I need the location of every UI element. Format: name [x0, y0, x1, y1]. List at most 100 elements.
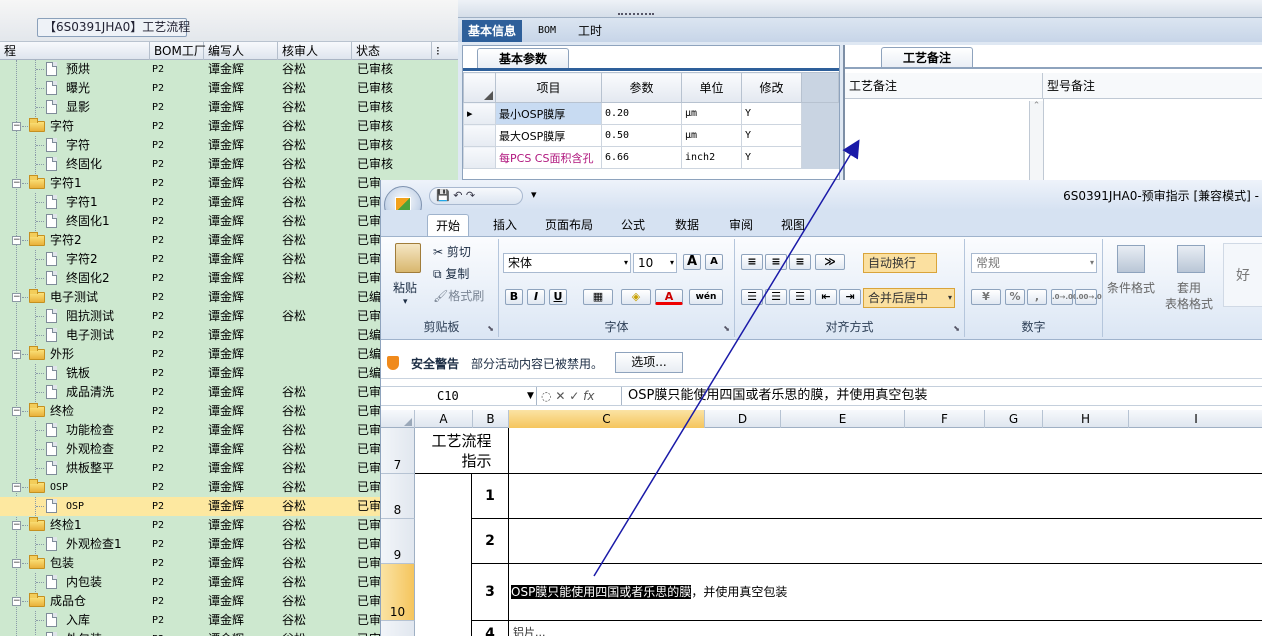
ribbon-tab-page-layout[interactable]: 页面布局 [537, 214, 601, 236]
col-header-status[interactable]: 状态 [352, 42, 432, 60]
merge-dropdown-icon[interactable]: ▾ [948, 289, 952, 307]
paste-button[interactable]: 粘贴 [393, 279, 417, 296]
params-row[interactable]: ▸ 最小OSP膜厚 0.20 μm Y [463, 102, 839, 125]
collapse-icon[interactable]: − [12, 236, 21, 245]
paste-dropdown-icon[interactable]: ▾ [403, 297, 408, 307]
grow-font-icon[interactable]: A [683, 254, 701, 270]
col-header-e[interactable]: E [781, 410, 905, 428]
notes-col-process[interactable]: 工艺备注 [845, 73, 1043, 99]
cell-c10[interactable]: OSP膜只能使用四国或者乐思的膜，并使用真空包装 [509, 564, 1262, 621]
collapse-icon[interactable]: − [12, 179, 21, 188]
insert-function-icon[interactable]: fx [583, 389, 594, 403]
notes-scrollbar[interactable]: ⌃ [1029, 101, 1043, 180]
tree-row[interactable]: 曝光 P2 谭金辉 谷松 已审核 [0, 79, 458, 98]
alignment-launcher-icon[interactable]: ⬊ [953, 324, 960, 333]
params-item-cell[interactable]: 最大OSP膜厚 [495, 124, 602, 147]
fill-color-icon[interactable]: ◈ [621, 289, 651, 305]
ribbon-tab-review[interactable]: 审阅 [721, 214, 761, 236]
cell-b8[interactable]: 1 [472, 474, 509, 519]
cell-b11[interactable]: 4 [472, 621, 509, 636]
cut-button[interactable]: ✂ 剪切 [433, 243, 471, 260]
font-name-dropdown-icon[interactable]: ▾ [624, 254, 628, 272]
merge-center-button[interactable]: 合并后居中 ▾ [863, 288, 955, 308]
align-middle-icon[interactable]: ≡ [765, 254, 787, 270]
params-unit-cell[interactable]: μm [681, 124, 742, 147]
col-header-bom[interactable]: BOM工厂 [150, 42, 206, 60]
tree-row[interactable]: 字符 P2 谭金辉 谷松 已审核 [0, 136, 458, 155]
column-chooser-icon[interactable]: ⁝ [432, 42, 458, 60]
ribbon-tab-home[interactable]: 开始 [427, 214, 470, 236]
shrink-font-icon[interactable]: A [705, 254, 723, 270]
font-name-select[interactable]: 宋体 ▾ [503, 253, 631, 273]
splitter[interactable] [458, 0, 1262, 18]
name-box-dropdown-icon[interactable]: ▼ [527, 387, 534, 405]
collapse-icon[interactable]: − [12, 559, 21, 568]
select-all-corner[interactable] [381, 410, 415, 428]
collapse-icon[interactable]: − [12, 597, 21, 606]
current-row-icon[interactable]: ▸ [463, 102, 496, 125]
wrap-text-button[interactable]: 自动换行 [863, 253, 937, 273]
undo-icon[interactable]: ↶ [453, 189, 462, 202]
border-icon[interactable]: ▦ [583, 289, 613, 305]
tab-basic-info[interactable]: 基本信息 [462, 20, 523, 42]
cell-b9[interactable]: 2 [472, 519, 509, 564]
cell-b10[interactable]: 3 [472, 564, 509, 621]
col-header-h[interactable]: H [1043, 410, 1129, 428]
col-header-i[interactable]: I [1129, 410, 1262, 428]
orientation-icon[interactable]: ≫ [815, 254, 845, 270]
col-header-name[interactable]: 程 [0, 42, 150, 60]
font-launcher-icon[interactable]: ⬊ [723, 324, 730, 333]
paste-icon[interactable] [395, 243, 421, 273]
phonetic-icon[interactable]: wén [689, 289, 723, 305]
col-header-f[interactable]: F [905, 410, 985, 428]
col-header-g[interactable]: G [985, 410, 1043, 428]
params-value-cell[interactable]: 0.20 [601, 102, 682, 125]
number-format-select[interactable]: 常规 ▾ [971, 253, 1097, 273]
currency-icon[interactable]: ¥ [971, 289, 1001, 305]
params-col-value[interactable]: 参数 [601, 72, 682, 103]
style-good-button[interactable]: 好 [1223, 243, 1262, 307]
params-value-cell[interactable]: 6.66 [601, 146, 682, 169]
tree-row[interactable]: 预烘 P2 谭金辉 谷松 已审核 [0, 60, 458, 79]
row-header-9[interactable]: 9 [381, 519, 415, 564]
collapse-icon[interactable]: − [12, 407, 21, 416]
params-col-item[interactable]: 项目 [495, 72, 602, 103]
name-box[interactable]: C10 [381, 387, 537, 405]
params-edit-cell[interactable]: Y [741, 102, 802, 125]
expand-icon[interactable]: ◌ [541, 389, 551, 403]
col-header-c[interactable]: C [509, 410, 705, 428]
align-center-icon[interactable]: ☰ [765, 289, 787, 305]
col-header-writer[interactable]: 编写人 [204, 42, 278, 60]
params-col-unit[interactable]: 单位 [681, 72, 742, 103]
comma-icon[interactable]: , [1027, 289, 1047, 305]
params-edit-cell[interactable]: Y [741, 146, 802, 169]
enter-icon[interactable]: ✓ [569, 389, 579, 403]
format-as-table-label-2[interactable]: 表格格式 [1165, 295, 1213, 312]
tab-work-hours[interactable]: 工时 [572, 20, 608, 42]
quick-access-toolbar[interactable]: 💾 ↶ ↷ [429, 187, 523, 205]
font-size-select[interactable]: 10 ▾ [633, 253, 677, 273]
underline-icon[interactable]: U [549, 289, 567, 305]
cell-c7[interactable] [509, 428, 1262, 474]
col-header-b[interactable]: B [473, 410, 509, 428]
row-indicator[interactable] [463, 146, 496, 169]
options-button[interactable]: 选项... [615, 352, 683, 373]
collapse-icon[interactable]: − [12, 521, 21, 530]
col-header-a[interactable]: A [415, 410, 473, 428]
font-color-icon[interactable]: A [655, 289, 683, 305]
conditional-format-button[interactable]: 条件格式 [1107, 279, 1155, 296]
ribbon-tab-data[interactable]: 数据 [667, 214, 707, 236]
cell-c9[interactable] [509, 519, 1262, 564]
format-as-table-label-1[interactable]: 套用 [1177, 279, 1201, 296]
row-header-10[interactable]: 10 [381, 564, 415, 621]
notes-col-model[interactable]: 型号备注 [1043, 73, 1262, 99]
align-top-icon[interactable]: ≡ [741, 254, 763, 270]
tree-row[interactable]: − 字符 P2 谭金辉 谷松 已审核 [0, 117, 458, 136]
cell-a7[interactable]: 工艺流程 指示 [415, 428, 509, 474]
params-unit-cell[interactable]: μm [681, 102, 742, 125]
bold-icon[interactable]: B [505, 289, 523, 305]
percent-icon[interactable]: % [1005, 289, 1025, 305]
ribbon-tab-insert[interactable]: 插入 [485, 214, 525, 236]
params-row[interactable]: 每PCS CS面积含孔 6.66 inch2 Y [463, 146, 839, 169]
row-indicator[interactable] [463, 124, 496, 147]
